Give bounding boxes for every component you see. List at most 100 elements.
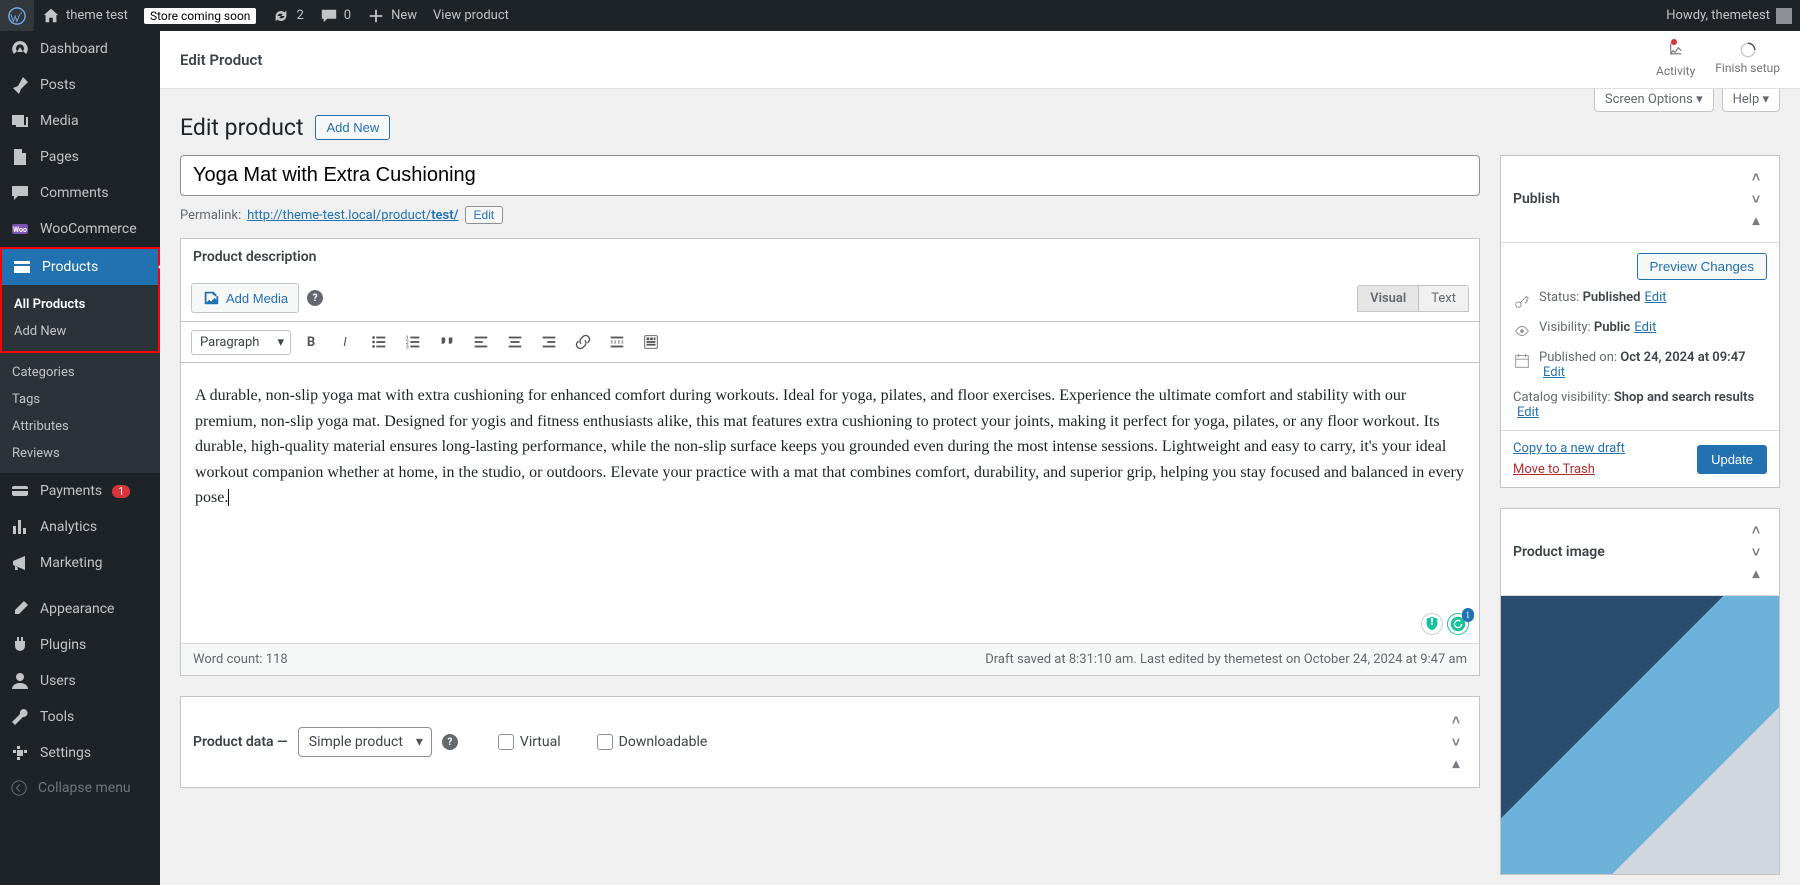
sync-link[interactable]: 2 xyxy=(264,0,311,31)
menu-analytics[interactable]: Analytics xyxy=(0,509,160,545)
visibility-edit-link[interactable]: Edit xyxy=(1634,320,1656,335)
menu-media[interactable]: Media xyxy=(0,103,160,139)
catalog-edit-link[interactable]: Edit xyxy=(1517,405,1539,420)
permalink-edit-button[interactable]: Edit xyxy=(465,206,504,224)
preview-changes-button[interactable]: Preview Changes xyxy=(1637,253,1767,280)
menu-pages[interactable]: Pages xyxy=(0,139,160,175)
editor-content[interactable]: A durable, non-slip yoga mat with extra … xyxy=(181,363,1479,643)
link-button[interactable] xyxy=(569,328,597,356)
product-type-select[interactable]: Simple product xyxy=(298,727,432,757)
date-edit-link[interactable]: Edit xyxy=(1543,365,1565,380)
align-right-icon xyxy=(540,333,558,351)
admin-bar: theme test Store coming soon 2 0 New Vie… xyxy=(0,0,1800,31)
virtual-checkbox-wrap[interactable]: Virtual xyxy=(498,734,561,750)
pi-up-button[interactable]: ˄ xyxy=(1745,519,1767,541)
text-tab[interactable]: Text xyxy=(1418,286,1468,311)
menu-plugins[interactable]: Plugins xyxy=(0,627,160,663)
pd-down-button[interactable]: ˅ xyxy=(1445,731,1467,753)
grammarly-shield-icon[interactable] xyxy=(1421,613,1443,635)
product-title-input[interactable] xyxy=(180,155,1480,196)
bold-button[interactable]: B xyxy=(297,328,325,356)
menu-appearance[interactable]: Appearance xyxy=(0,591,160,627)
submenu-attributes[interactable]: Attributes xyxy=(0,413,160,440)
new-link[interactable]: New xyxy=(359,0,425,31)
menu-payments[interactable]: Payments1 xyxy=(0,473,160,509)
virtual-checkbox[interactable] xyxy=(498,734,514,750)
menu-settings[interactable]: Settings xyxy=(0,735,160,771)
page-topbar: Edit Product Activity Finish setup xyxy=(160,31,1800,89)
quote-button[interactable] xyxy=(433,328,461,356)
visual-tab[interactable]: Visual xyxy=(1358,286,1418,311)
number-list-button[interactable]: 123 xyxy=(399,328,427,356)
menu-woocommerce[interactable]: WooWooCommerce xyxy=(0,211,160,247)
submenu-all-products[interactable]: All Products xyxy=(2,291,158,318)
menu-dashboard[interactable]: Dashboard xyxy=(0,31,160,67)
copy-draft-link[interactable]: Copy to a new draft xyxy=(1513,441,1625,456)
product-description-header: Product description xyxy=(181,239,1479,275)
publish-up-button[interactable]: ˄ xyxy=(1745,166,1767,188)
downloadable-checkbox[interactable] xyxy=(597,734,613,750)
submenu-tags[interactable]: Tags xyxy=(0,386,160,413)
site-link[interactable]: theme test xyxy=(34,0,136,31)
grammarly-icon[interactable]: 1 xyxy=(1447,613,1469,635)
menu-users[interactable]: Users xyxy=(0,663,160,699)
align-right-button[interactable] xyxy=(535,328,563,356)
activity-button[interactable]: Activity xyxy=(1656,41,1695,78)
italic-button[interactable]: I xyxy=(331,328,359,356)
menu-posts[interactable]: Posts xyxy=(0,67,160,103)
media-button-icon xyxy=(202,289,220,307)
page-title: Edit Product xyxy=(180,51,262,69)
pi-toggle-button[interactable]: ▴ xyxy=(1745,563,1767,585)
view-product-link[interactable]: View product xyxy=(425,0,517,31)
product-image-thumbnail[interactable] xyxy=(1501,596,1779,874)
wp-logo[interactable] xyxy=(0,0,34,31)
menu-tools[interactable]: Tools xyxy=(0,699,160,735)
help-button[interactable]: Help ▾ xyxy=(1722,89,1780,112)
progress-icon xyxy=(1739,41,1757,59)
add-media-button[interactable]: Add Media xyxy=(191,283,299,313)
comments-link[interactable]: 0 xyxy=(312,0,359,31)
format-select[interactable]: Paragraph xyxy=(191,330,291,355)
finish-setup-button[interactable]: Finish setup xyxy=(1715,41,1780,78)
menu-pages-label: Pages xyxy=(40,149,79,165)
collapse-menu[interactable]: Collapse menu xyxy=(0,771,160,805)
store-status-badge: Store coming soon xyxy=(144,8,257,24)
pi-down-button[interactable]: ˅ xyxy=(1745,541,1767,563)
account-link[interactable]: Howdy, themetest xyxy=(1658,0,1800,31)
menu-products[interactable]: Products xyxy=(2,249,158,285)
permalink-label: Permalink: xyxy=(180,208,241,223)
publish-toggle-button[interactable]: ▴ xyxy=(1745,210,1767,232)
info-icon[interactable]: ? xyxy=(307,290,323,306)
screen-options-button[interactable]: Screen Options ▾ xyxy=(1594,89,1714,112)
update-button[interactable]: Update xyxy=(1697,445,1767,474)
publish-down-button[interactable]: ˅ xyxy=(1745,188,1767,210)
align-left-button[interactable] xyxy=(467,328,495,356)
menu-comments[interactable]: Comments xyxy=(0,175,160,211)
permalink-link[interactable]: http://theme-test.local/product/test/ xyxy=(247,208,458,223)
pd-up-button[interactable]: ˄ xyxy=(1445,709,1467,731)
submenu-categories[interactable]: Categories xyxy=(0,359,160,386)
status-edit-link[interactable]: Edit xyxy=(1644,290,1666,305)
avatar xyxy=(1776,8,1792,24)
comment-icon xyxy=(320,7,338,25)
pd-toggle-button[interactable]: ▴ xyxy=(1445,753,1467,775)
collapse-label: Collapse menu xyxy=(38,780,131,796)
menu-marketing[interactable]: Marketing xyxy=(0,545,160,581)
product-data-box: Product data — Simple product ? Virtual … xyxy=(180,696,1480,788)
toolbar-toggle-button[interactable] xyxy=(637,328,665,356)
page-icon xyxy=(10,147,30,167)
submenu-add-new[interactable]: Add New xyxy=(2,318,158,345)
pin-icon xyxy=(10,75,30,95)
move-trash-link[interactable]: Move to Trash xyxy=(1513,462,1625,477)
product-type-info-icon[interactable]: ? xyxy=(442,734,458,750)
align-center-button[interactable] xyxy=(501,328,529,356)
more-button[interactable] xyxy=(603,328,631,356)
sync-count: 2 xyxy=(296,8,303,23)
view-product-label: View product xyxy=(433,8,509,23)
downloadable-checkbox-wrap[interactable]: Downloadable xyxy=(597,734,708,750)
submenu-reviews[interactable]: Reviews xyxy=(0,440,160,467)
add-new-button[interactable]: Add New xyxy=(315,115,390,140)
bullet-list-button[interactable] xyxy=(365,328,393,356)
sync-icon xyxy=(272,7,290,25)
menu-marketing-label: Marketing xyxy=(40,555,103,571)
